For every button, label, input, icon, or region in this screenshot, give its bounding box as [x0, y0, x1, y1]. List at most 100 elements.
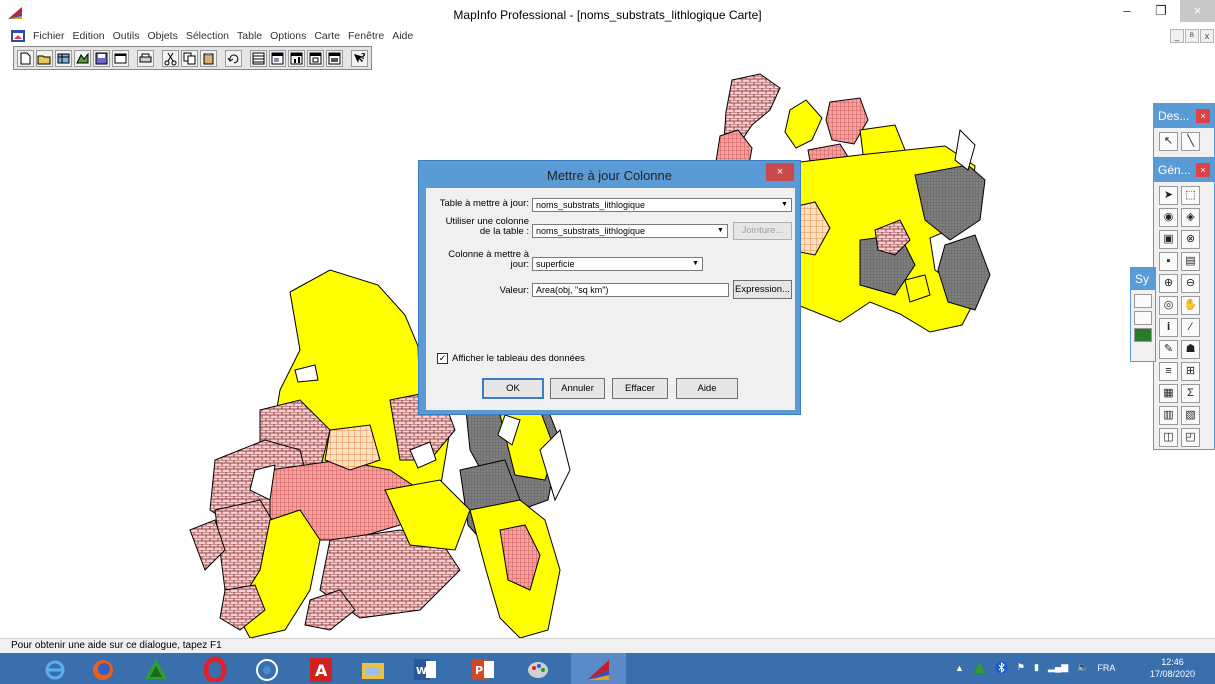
window-title: MapInfo Professional - [noms_substrats_l… [453, 8, 762, 22]
table-icon[interactable] [326, 49, 343, 67]
mdi-minimize-button[interactable]: _ [1170, 29, 1184, 43]
source-table-select[interactable]: noms_substrats_lithlogique ▼ [532, 224, 728, 238]
unselect-icon[interactable]: ⊗ [1181, 230, 1200, 249]
drawing-palette-close-button[interactable]: × [1196, 109, 1210, 123]
set-clip-icon[interactable]: ▧ [1181, 406, 1200, 425]
expression-button[interactable]: Expression... [733, 280, 792, 299]
line-style-icon[interactable] [1134, 311, 1152, 325]
save-icon[interactable] [93, 49, 110, 67]
symbol-style-icon[interactable] [1134, 294, 1152, 308]
paint-icon[interactable] [525, 656, 551, 682]
firefox-icon[interactable] [90, 656, 116, 682]
help-icon[interactable]: ? [351, 49, 368, 67]
acrobat-icon[interactable]: A [308, 656, 334, 682]
menu-item-fen-tre[interactable]: Fenêtre [348, 30, 384, 42]
region-style-icon[interactable] [1134, 328, 1152, 342]
cut-icon[interactable] [162, 49, 179, 67]
opera-icon[interactable] [202, 656, 228, 682]
legend-icon[interactable]: ▦ [1159, 384, 1178, 403]
select-arrow-icon[interactable]: ➤ [1159, 186, 1178, 205]
mdi-restore-button[interactable]: ᴮ [1185, 29, 1199, 43]
file-explorer-icon[interactable] [360, 656, 386, 682]
system-clock[interactable]: 12:46 17/08/2020 [1150, 656, 1195, 680]
radius-select-icon[interactable]: ◉ [1159, 208, 1178, 227]
help-button[interactable]: Aide [676, 378, 738, 399]
tray-green-app-icon[interactable] [973, 661, 986, 674]
zoom-in-icon[interactable]: ⊕ [1159, 274, 1178, 293]
show-data-checkbox[interactable]: ✓ [437, 353, 448, 364]
maximize-button[interactable]: ❐ [1144, 0, 1178, 22]
menu-item-carte[interactable]: Carte [314, 30, 340, 42]
value-label: Valeur: [499, 285, 529, 296]
value-expression-input[interactable]: Area(obj, "sq km") [532, 283, 729, 297]
tray-language[interactable]: FRA [1097, 663, 1115, 673]
browser-icon[interactable] [250, 49, 267, 67]
drag-window-icon[interactable]: ☗ [1181, 340, 1200, 359]
menu-item-options[interactable]: Options [270, 30, 306, 42]
graph-icon[interactable] [288, 49, 305, 67]
general-palette-close-button[interactable]: × [1196, 163, 1210, 177]
menu-item-objets[interactable]: Objets [147, 30, 177, 42]
open-workspace-icon[interactable] [74, 49, 91, 67]
polygon-select-icon[interactable]: ◈ [1181, 208, 1200, 227]
show-data-checkbox-row[interactable]: ✓ Afficher le tableau des données [437, 353, 585, 364]
close-button[interactable]: × [1180, 0, 1215, 22]
menu-item-fichier[interactable]: Fichier [33, 30, 65, 42]
tray-flag-icon[interactable]: ⚑ [1017, 662, 1025, 673]
menu-item-s-lection[interactable]: Sélection [186, 30, 229, 42]
3d-map-icon[interactable]: ◫ [1159, 428, 1178, 447]
prism-map-icon[interactable]: ◰ [1181, 428, 1200, 447]
line-tool-icon[interactable]: ╲ [1181, 132, 1200, 151]
marquee-select-icon[interactable]: ⬚ [1181, 186, 1200, 205]
ok-button[interactable]: OK [482, 378, 544, 399]
tray-chevron-up-icon[interactable]: ▲ [955, 663, 964, 673]
dialog-close-button[interactable]: × [766, 163, 794, 181]
minimize-button[interactable]: – [1110, 0, 1144, 22]
join-button[interactable]: Jointure... [733, 222, 792, 240]
paste-icon[interactable] [200, 49, 217, 67]
hotlink-icon[interactable]: ⁄ [1181, 318, 1200, 337]
info-tool-icon[interactable]: 𝐢 [1159, 318, 1178, 337]
chrome-like-icon[interactable] [254, 656, 280, 682]
boundary-select-icon[interactable]: ▣ [1159, 230, 1178, 249]
internet-explorer-icon[interactable] [42, 656, 68, 682]
cancel-button[interactable]: Annuler [550, 378, 605, 399]
copy-icon[interactable] [181, 49, 198, 67]
active-taskbar-item[interactable] [571, 653, 626, 684]
open-icon[interactable] [36, 49, 53, 67]
new-icon[interactable] [17, 49, 34, 67]
window-icon[interactable] [112, 49, 129, 67]
tray-volume-icon[interactable]: 🔈 [1077, 662, 1088, 673]
pan-hand-icon[interactable]: ✋ [1181, 296, 1200, 315]
tray-battery-icon[interactable]: ▮ [1034, 662, 1039, 673]
map-icon[interactable] [269, 49, 286, 67]
invert-select-icon[interactable]: ▤ [1181, 252, 1200, 271]
layer-control-icon[interactable]: ≡ [1159, 362, 1178, 381]
powerpoint-icon[interactable]: P [470, 656, 496, 682]
mdi-close-button[interactable]: x [1200, 29, 1214, 43]
zoom-out-icon[interactable]: ⊖ [1181, 274, 1200, 293]
menu-item-table[interactable]: Table [237, 30, 262, 42]
clip-region-icon[interactable]: ▥ [1159, 406, 1178, 425]
ruler-icon[interactable]: ⊞ [1181, 362, 1200, 381]
menu-item-outils[interactable]: Outils [113, 30, 140, 42]
layout-icon[interactable] [307, 49, 324, 67]
column-to-update-select[interactable]: superficie ▼ [532, 257, 703, 271]
map-window-icon[interactable] [11, 30, 25, 42]
menu-item-edition[interactable]: Edition [73, 30, 105, 42]
table-to-update-select[interactable]: noms_substrats_lithlogique ▼ [532, 198, 792, 212]
label-tool-icon[interactable]: ✎ [1159, 340, 1178, 359]
symbol-tool-icon[interactable]: ↖ [1159, 132, 1178, 151]
graph-select-icon[interactable]: ▪ [1159, 252, 1178, 271]
tray-network-icon[interactable]: ▂▄▆ [1048, 662, 1068, 673]
green-triangle-app-icon[interactable] [143, 656, 169, 682]
open-table-icon[interactable] [55, 49, 72, 67]
statistics-sigma-icon[interactable]: Σ [1181, 384, 1200, 403]
undo-icon[interactable] [225, 49, 242, 67]
change-view-icon[interactable]: ◎ [1159, 296, 1178, 315]
clear-button[interactable]: Effacer [612, 378, 668, 399]
tray-bluetooth-icon[interactable] [995, 661, 1008, 674]
menu-item-aide[interactable]: Aide [392, 30, 413, 42]
word-icon[interactable]: W [412, 656, 438, 682]
print-icon[interactable] [137, 49, 154, 67]
